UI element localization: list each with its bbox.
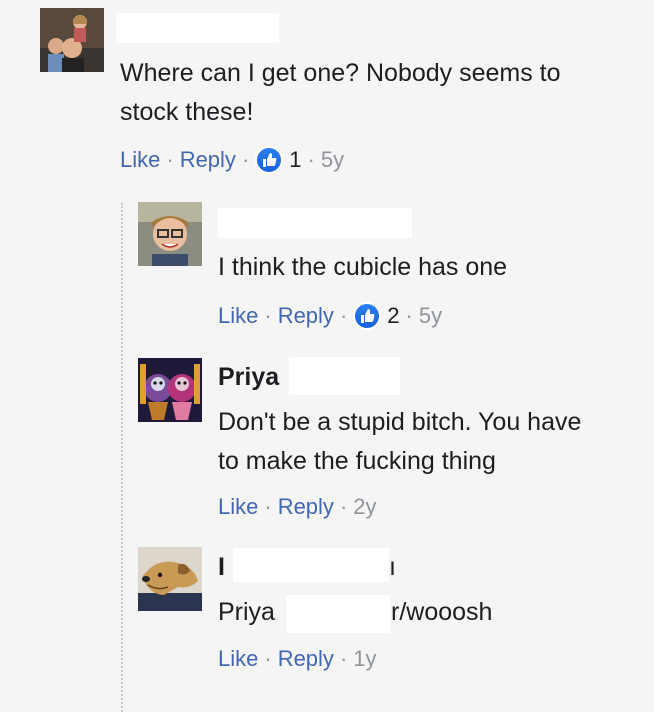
separator: · — [241, 147, 250, 172]
separator: · — [307, 147, 315, 172]
thumbs-up-icon[interactable] — [353, 302, 382, 330]
separator: · — [339, 303, 348, 328]
timestamp[interactable]: 5y — [419, 303, 442, 329]
dog-photo-avatar[interactable] — [138, 547, 202, 611]
like-link[interactable]: Like — [120, 147, 160, 173]
reaction-count[interactable]: 2 — [387, 303, 399, 329]
separator: · — [339, 494, 348, 519]
comment-text-line-1: I think the cubicle has one — [218, 253, 508, 281]
reply-link[interactable]: Reply — [278, 303, 334, 329]
comment-text-line-1: Don't be a stupid bitch. You have — [218, 408, 582, 436]
separator: · — [264, 646, 272, 671]
timestamp[interactable]: 5y — [321, 147, 344, 173]
thumbs-up-icon[interactable] — [255, 146, 284, 174]
boy-photo-avatar[interactable] — [138, 202, 202, 266]
comment-actions: Like · Reply · 2 · 5y — [218, 302, 442, 330]
reply-link[interactable]: Reply — [278, 494, 334, 520]
timestamp[interactable]: 1y — [353, 646, 376, 672]
comment-text-line-1: Where can I get one? Nobody seems to — [120, 59, 561, 87]
art-photo-avatar[interactable] — [138, 358, 202, 422]
comment-text-line-1: r/wooosh — [391, 598, 493, 626]
comment-text-line-2: stock these! — [120, 98, 254, 126]
mentioned-user[interactable]: Priya — [218, 593, 275, 632]
separator: · — [264, 494, 272, 519]
reaction-count[interactable]: 1 — [289, 147, 301, 173]
author-name-final[interactable]: ı — [389, 553, 396, 582]
timestamp[interactable]: 2y — [353, 494, 376, 520]
redacted-mention — [286, 595, 390, 633]
comment-actions: Like · Reply · 1y — [218, 646, 377, 672]
redacted-author-name — [233, 548, 389, 582]
comment-text-line-2: to make the fucking thing — [218, 447, 496, 475]
like-link[interactable]: Like — [218, 494, 258, 520]
comment-actions: Like · Reply · 2y — [218, 494, 377, 520]
thread-connector-line — [121, 203, 123, 712]
like-link[interactable]: Like — [218, 303, 258, 329]
author-name-initial[interactable]: I — [218, 553, 225, 582]
redacted-author-name — [116, 13, 279, 43]
author-name[interactable]: Priya — [218, 363, 279, 392]
separator: · — [166, 147, 174, 172]
family-photo-avatar[interactable] — [40, 8, 104, 72]
reply-link[interactable]: Reply — [180, 147, 236, 173]
redacted-author-surname — [289, 357, 400, 395]
comment-actions: Like · Reply · 1 · 5y — [120, 146, 344, 174]
separator: · — [339, 646, 348, 671]
reply-link[interactable]: Reply — [278, 646, 334, 672]
redacted-author-name — [218, 208, 412, 238]
like-link[interactable]: Like — [218, 646, 258, 672]
separator: · — [264, 303, 272, 328]
separator: · — [405, 303, 413, 328]
